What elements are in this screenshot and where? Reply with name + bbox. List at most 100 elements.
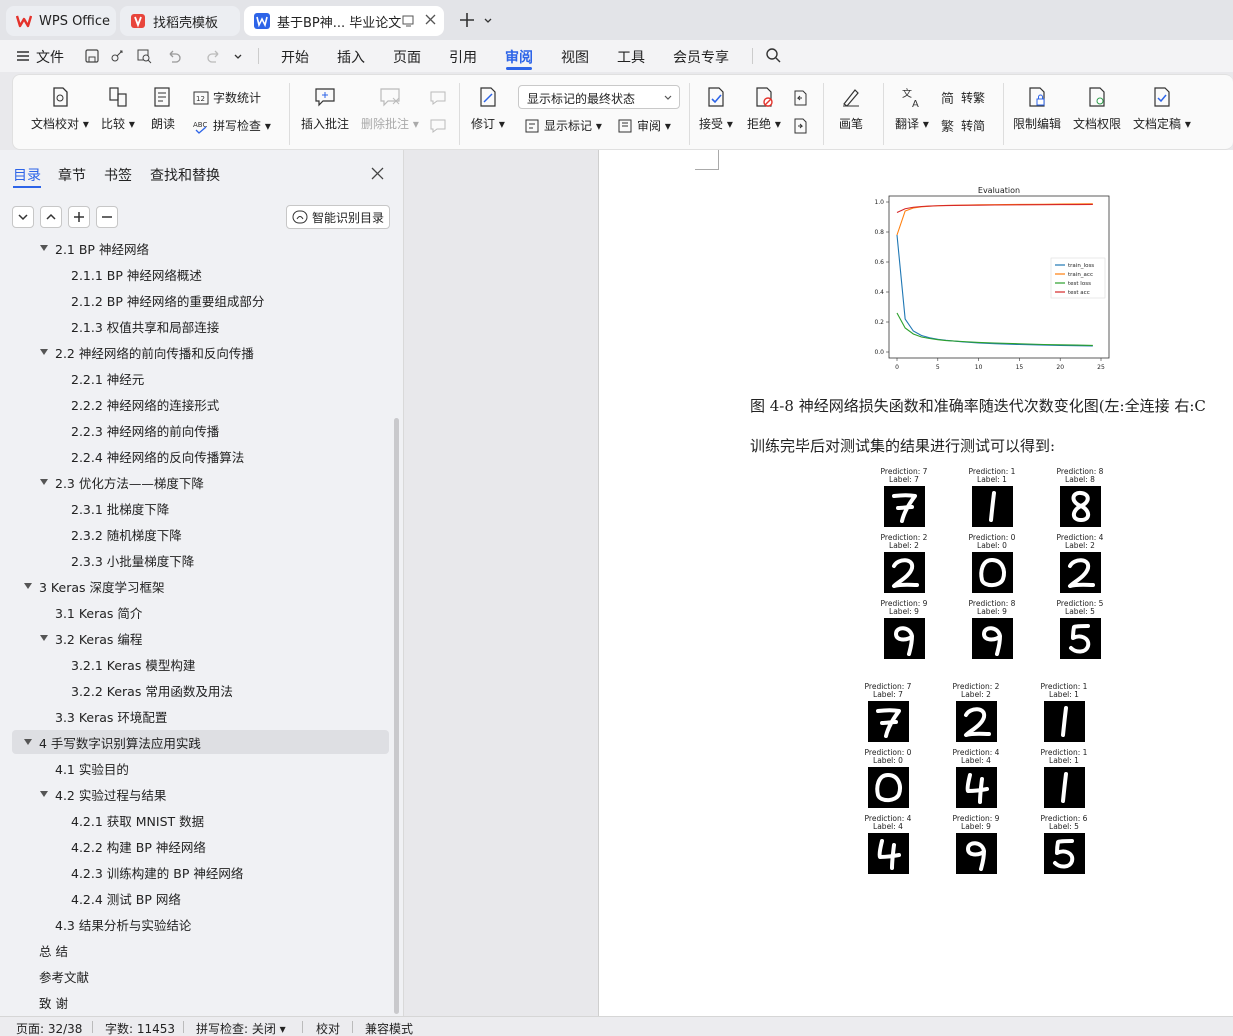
menu-tools[interactable]: 工具 (617, 47, 645, 67)
toc-item[interactable]: 3.2.2 Keras 常用函数及用法 (0, 678, 390, 702)
next-change-icon[interactable] (791, 117, 809, 139)
toc-item[interactable]: 2.2.4 神经网络的反向传播算法 (0, 444, 390, 468)
document-page[interactable]: Evaluation 0.0 0.2 0.4 0.6 0.8 1.0 0 5 10 15 20 25 tr… (598, 150, 1233, 1016)
next-comment-icon[interactable] (429, 117, 447, 139)
proofread-button[interactable]: 文档校对 ▾ (31, 85, 89, 132)
expand-caret-icon[interactable] (24, 739, 32, 745)
expand-caret-icon[interactable] (40, 349, 48, 355)
read-aloud-button[interactable]: 朗读 (151, 85, 175, 132)
new-tab-icon[interactable] (458, 11, 476, 33)
expand-caret-icon[interactable] (40, 635, 48, 641)
insert-comment-button[interactable]: 插入批注 (301, 85, 349, 132)
toc-item[interactable]: 4.2.4 测试 BP 网络 (0, 886, 390, 910)
toc-item[interactable]: 4 手写数字识别算法应用实践 (12, 730, 389, 754)
smart-toc-button[interactable]: 智能识别目录 (286, 205, 390, 229)
compare-button[interactable]: 比较 ▾ (101, 85, 135, 132)
toc-item[interactable]: 4.2.3 训练构建的 BP 神经网络 (0, 860, 390, 884)
toc-item[interactable]: 4.1 实验目的 (0, 756, 390, 780)
search-icon[interactable] (765, 47, 782, 68)
expand-caret-icon[interactable] (40, 479, 48, 485)
menu-insert[interactable]: 插入 (337, 47, 365, 67)
toc-item[interactable]: 2.2 神经网络的前向传播和反向传播 (0, 340, 390, 364)
toc-item[interactable]: 3.1 Keras 简介 (0, 600, 390, 624)
save-icon[interactable] (84, 48, 100, 68)
toc-item[interactable]: 2.1.2 BP 神经网络的重要组成部分 (0, 288, 390, 312)
toc-item[interactable]: 4.2.1 获取 MNIST 数据 (0, 808, 390, 832)
toc-item[interactable]: 2.3 优化方法——梯度下降 (0, 470, 390, 494)
hamburger-menu-icon[interactable] (16, 49, 30, 67)
share-icon[interactable] (110, 48, 126, 68)
proof-status[interactable]: 校对 (316, 1020, 340, 1036)
close-panel-icon[interactable] (371, 167, 384, 184)
print-preview-icon[interactable] (136, 48, 152, 68)
toc-item[interactable]: 2.3.3 小批量梯度下降 (0, 548, 390, 572)
nav-tab-chapters[interactable]: 章节 (58, 165, 86, 185)
toc-item[interactable]: 3 Keras 深度学习框架 (0, 574, 390, 598)
expand-caret-icon[interactable] (40, 245, 48, 251)
toc-item[interactable]: 总 结 (0, 938, 390, 962)
reject-button[interactable]: 拒绝 ▾ (747, 85, 781, 132)
word-count-status[interactable]: 字数: 11453 (105, 1020, 175, 1036)
toc-item[interactable]: 4.3 结果分析与实验结论 (0, 912, 390, 936)
redo-icon[interactable] (206, 48, 222, 68)
menu-member[interactable]: 会员专享 (673, 47, 729, 67)
restrict-edit-button[interactable]: 限制编辑 (1013, 85, 1061, 132)
quick-access-dropdown-icon[interactable] (233, 51, 243, 66)
toc-scrollbar[interactable] (394, 418, 399, 1014)
doc-permission-button[interactable]: 文档权限 (1073, 85, 1121, 132)
toc-item[interactable]: 4.2.2 构建 BP 神经网络 (0, 834, 390, 858)
translate-button[interactable]: 文A 翻译 ▾ (895, 85, 929, 132)
remove-heading-button[interactable] (96, 206, 118, 228)
toc-item[interactable]: 4.2 实验过程与结果 (0, 782, 390, 806)
toc-item[interactable]: 2.3.1 批梯度下降 (0, 496, 390, 520)
collapse-all-button[interactable] (12, 206, 34, 228)
previous-comment-icon[interactable] (429, 89, 447, 111)
finalize-button[interactable]: 文档定稿 ▾ (1133, 85, 1191, 132)
tab-docer-template[interactable]: 找稻壳模板 (120, 6, 240, 36)
expand-caret-icon[interactable] (24, 583, 32, 589)
toc-item[interactable]: 参考文献 (0, 964, 390, 988)
delete-comment-button[interactable]: 删除批注 ▾ (361, 85, 419, 132)
review-pane-button[interactable]: 审阅 ▾ (617, 117, 671, 134)
previous-change-icon[interactable] (791, 89, 809, 111)
nav-tab-find-replace[interactable]: 查找和替换 (150, 165, 220, 185)
chevron-down-icon[interactable] (483, 15, 493, 30)
toc-item[interactable]: 2.1.3 权值共享和局部连接 (0, 314, 390, 338)
toc-item[interactable]: 2.3.2 随机梯度下降 (0, 522, 390, 546)
pen-button[interactable]: 画笔 (839, 85, 863, 132)
expand-caret-icon[interactable] (40, 791, 48, 797)
to-traditional-button[interactable]: 简 转繁 (941, 89, 985, 107)
word-count-button[interactable]: 12 字数统计 (193, 89, 261, 106)
menu-start[interactable]: 开始 (281, 47, 309, 67)
toc-item[interactable]: 2.2.1 神经元 (0, 366, 390, 390)
menu-file[interactable]: 文件 (36, 47, 64, 67)
toc-item[interactable]: 2.2.3 神经网络的前向传播 (0, 418, 390, 442)
menu-view[interactable]: 视图 (561, 47, 589, 67)
promote-level-button[interactable] (40, 206, 62, 228)
window-restore-icon[interactable] (402, 14, 415, 31)
nav-tab-toc[interactable]: 目录 (13, 165, 41, 185)
tab-document[interactable]: 基于BP神... 毕业论文 (244, 6, 444, 36)
toc-item[interactable]: 3.3 Keras 环境配置 (0, 704, 390, 728)
tab-wps-office[interactable]: WPS Office (6, 6, 116, 36)
accept-button[interactable]: 接受 ▾ (699, 85, 733, 132)
to-simplified-button[interactable]: 繁 转简 (941, 117, 985, 135)
menu-reference[interactable]: 引用 (449, 47, 477, 67)
nav-tab-bookmarks[interactable]: 书签 (104, 165, 132, 185)
toc-item[interactable]: 3.2 Keras 编程 (0, 626, 390, 650)
toc-item[interactable]: 3.2.1 Keras 模型构建 (0, 652, 390, 676)
undo-icon[interactable] (166, 48, 182, 68)
toc-item[interactable]: 2.1 BP 神经网络 (0, 240, 390, 260)
show-markup-button[interactable]: 显示标记 ▾ (524, 117, 602, 134)
toc-item[interactable]: 致 谢 (0, 990, 390, 1014)
markup-state-select[interactable]: 显示标记的最终状态 (518, 85, 680, 109)
page-indicator[interactable]: 页面: 32/38 (16, 1020, 82, 1036)
toc-item[interactable]: 2.2.2 神经网络的连接形式 (0, 392, 390, 416)
close-tab-icon[interactable] (424, 13, 437, 30)
toc-item[interactable]: 2.1.1 BP 神经网络概述 (0, 262, 390, 286)
menu-review[interactable]: 审阅 (505, 47, 533, 67)
spell-check-button[interactable]: ABC 拼写检查 ▾ (193, 117, 271, 134)
add-heading-button[interactable] (68, 206, 90, 228)
track-changes-button[interactable]: 修订 ▾ (471, 85, 505, 132)
spell-check-status[interactable]: 拼写检查: 关闭 ▾ (196, 1020, 286, 1036)
